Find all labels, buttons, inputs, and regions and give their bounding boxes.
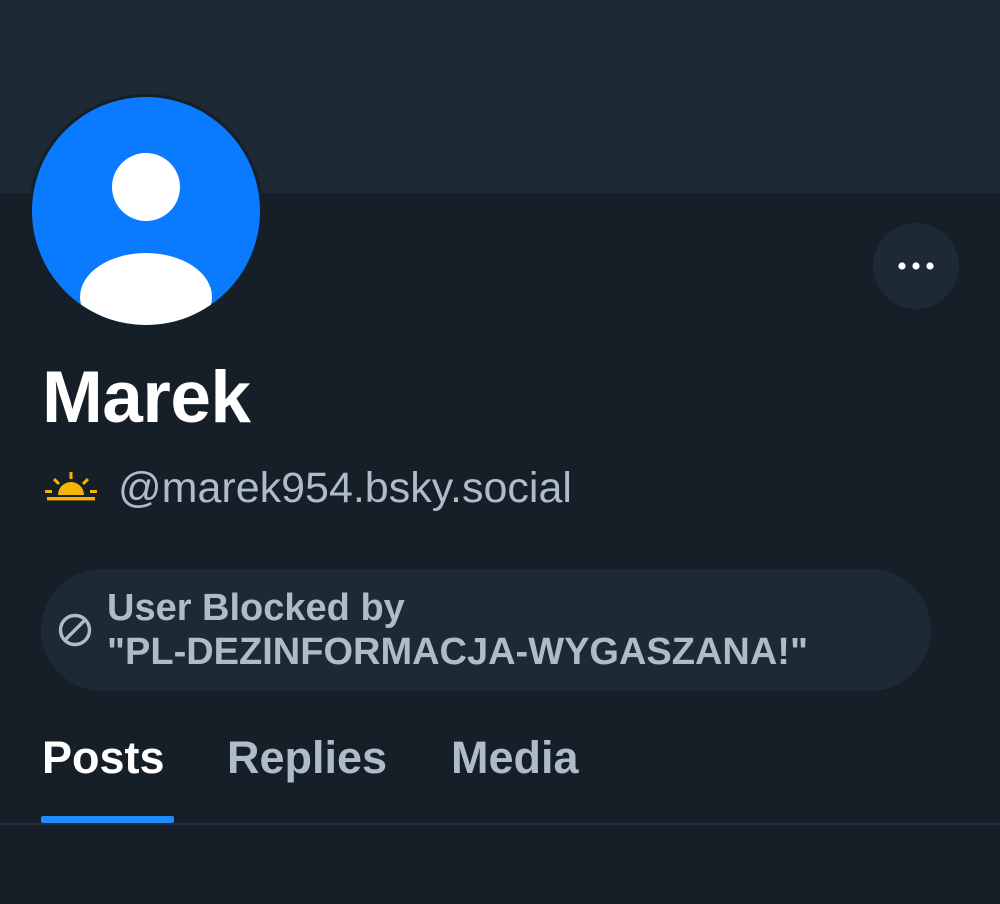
tab-media[interactable]: Media: [451, 728, 579, 788]
ellipsis-icon: [898, 262, 934, 270]
blocked-notice-text: User Blocked by "PL-DEZINFORMACJA-WYGASZ…: [107, 586, 808, 674]
default-user-avatar-icon: [32, 97, 260, 325]
tab-posts[interactable]: Posts: [42, 728, 165, 788]
display-name: Marek: [42, 357, 251, 438]
blocked-notice-line-1: User Blocked by: [107, 587, 405, 629]
blocked-notice-list-name: "PL-DEZINFORMACJA-WYGASZANA!": [107, 631, 808, 673]
blocked-by-list-notice[interactable]: User Blocked by "PL-DEZINFORMACJA-WYGASZ…: [41, 569, 931, 691]
profile-tabs: Posts Replies Media: [0, 718, 1000, 824]
no-entry-icon: [58, 613, 92, 647]
active-tab-indicator: [41, 816, 174, 823]
handle-row: @marek954.bsky.social: [44, 462, 572, 514]
more-options-button[interactable]: [873, 223, 959, 309]
profile-handle: @marek954.bsky.social: [118, 464, 572, 512]
tabs-divider: [0, 823, 1000, 825]
sunrise-icon: [45, 472, 97, 501]
tab-replies[interactable]: Replies: [227, 728, 387, 788]
profile-avatar[interactable]: [29, 94, 263, 328]
